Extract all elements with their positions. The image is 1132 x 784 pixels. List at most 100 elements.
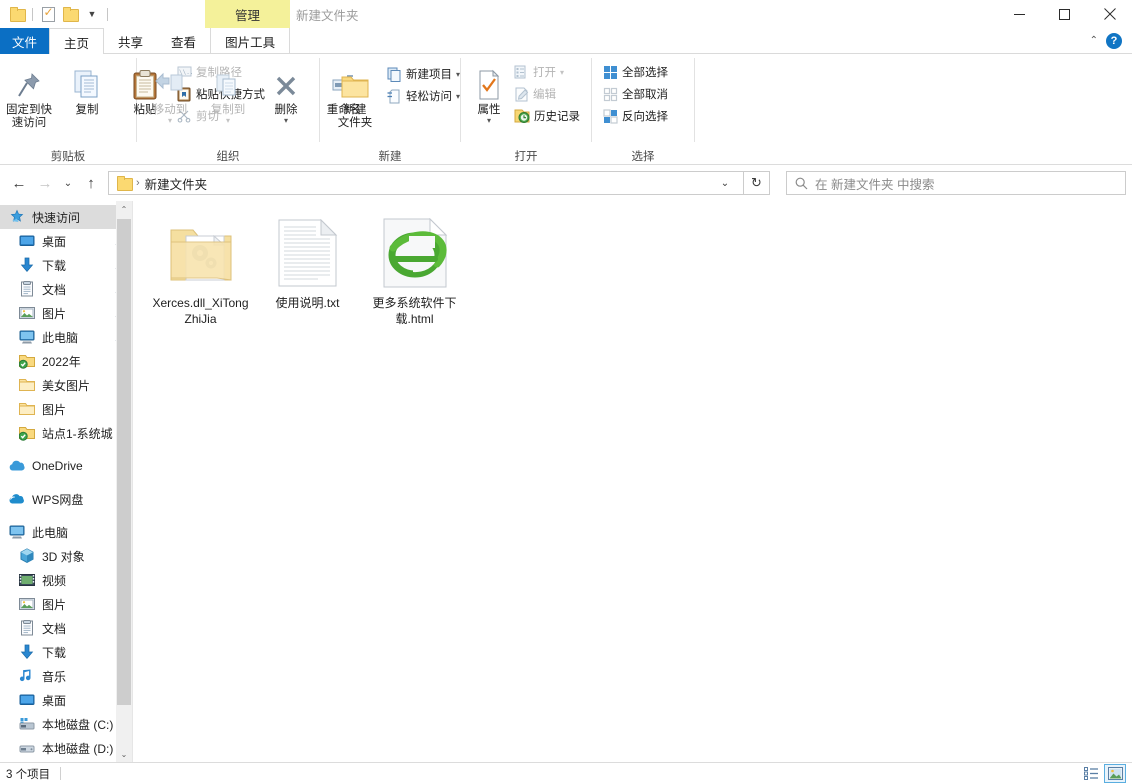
close-button[interactable]: [1087, 0, 1132, 28]
qat-new-folder-icon[interactable]: [59, 3, 81, 25]
sidebar-item-16[interactable]: 文档: [0, 616, 132, 640]
sidebar-item-1[interactable]: 桌面: [0, 229, 132, 253]
quick-access-toolbar: ▼: [0, 0, 112, 28]
sidebar-item-0[interactable]: 快速访问: [0, 205, 132, 229]
pin-to-quick-access-button[interactable]: 固定到快 速访问: [0, 59, 58, 130]
sidebar-item-3[interactable]: 文档: [0, 277, 132, 301]
tab-picture-tools[interactable]: 图片工具: [210, 28, 291, 54]
sidebar-item-5[interactable]: 此电脑: [0, 325, 132, 349]
properties-button[interactable]: 属性 ▾: [467, 59, 511, 125]
breadcrumb-separator: ›: [136, 177, 140, 189]
breadcrumb[interactable]: › 新建文件夹 ⌄: [108, 171, 744, 195]
open-small-buttons: 打开 ▾ 编辑 历史记录: [511, 59, 583, 127]
internet-explorer-html-icon: [379, 215, 451, 291]
file-item[interactable]: 更多系统软件下载.html: [361, 209, 468, 331]
search-input[interactable]: 在 新建文件夹 中搜索: [815, 174, 934, 193]
new-small-buttons: 新建项目 ▾ 轻松访问 ▾: [384, 59, 463, 107]
label-line1: 新建: [343, 104, 367, 116]
sidebar-item-18[interactable]: 音乐: [0, 664, 132, 688]
file-item[interactable]: Xerces.dll_XiTongZhiJia: [147, 209, 254, 331]
sidebar-item-11[interactable]: WPS网盘: [0, 487, 132, 511]
delete-icon: [271, 63, 301, 101]
ribbon-group-clipboard: 固定到快 速访问 复制 粘贴 \\. 复制路径 剪切 剪贴板: [0, 54, 265, 165]
folder-icon: [18, 377, 35, 393]
back-button[interactable]: ←: [6, 170, 32, 196]
tab-file[interactable]: 文件: [0, 28, 50, 54]
videos-icon: [18, 572, 35, 588]
help-button[interactable]: ?: [1106, 32, 1122, 49]
tab-share[interactable]: 共享: [104, 28, 157, 54]
select-none-button[interactable]: 全部取消: [600, 83, 671, 105]
sidebar-item-4[interactable]: 图片: [0, 301, 132, 325]
easy-access-button[interactable]: 轻松访问 ▾: [384, 85, 463, 107]
collapse-ribbon-icon[interactable]: ⌃: [1090, 35, 1098, 46]
refresh-button[interactable]: ↻: [744, 171, 770, 195]
sidebar-item-10[interactable]: OneDrive: [0, 454, 132, 478]
tab-view[interactable]: 查看: [157, 28, 210, 54]
search-box[interactable]: 在 新建文件夹 中搜索: [786, 171, 1126, 195]
move-to-button[interactable]: 移动到 ▾: [141, 59, 199, 125]
navigation-list: 快速访问 桌面 下载 文档 图片 此电脑 2022年 美女图片 图片 站点1-系统城 OneDriv…: [0, 201, 132, 760]
ribbon-group-label-open: 打开: [514, 150, 538, 163]
sidebar-item-7[interactable]: 美女图片: [0, 373, 132, 397]
scroll-up-button[interactable]: ⌃: [116, 201, 132, 217]
sidebar-item-12[interactable]: 此电脑: [0, 520, 132, 544]
breadcrumb-dropdown-button[interactable]: ⌄: [713, 172, 737, 194]
details-view-button[interactable]: [1080, 764, 1102, 783]
scroll-down-button[interactable]: ⌄: [116, 746, 132, 762]
this-pc-icon: [18, 329, 35, 345]
window-controls: [997, 0, 1132, 28]
file-list-view[interactable]: Xerces.dll_XiTongZhiJia 使用说明.txt 更多系统软件下载.…: [133, 201, 1132, 762]
ribbon-group-label-clipboard: 剪贴板: [50, 150, 86, 163]
label-line2: 速访问: [11, 117, 47, 129]
edit-button[interactable]: 编辑: [511, 83, 583, 105]
sidebar-item-14[interactable]: 视频: [0, 568, 132, 592]
copy-to-button[interactable]: 复制到 ▾: [199, 59, 257, 125]
ribbon-group-label-new: 新建: [378, 150, 402, 163]
sidebar-item-17[interactable]: 下载: [0, 640, 132, 664]
copy-button[interactable]: 复制: [58, 59, 116, 117]
tab-home[interactable]: 主页: [49, 28, 105, 55]
sidebar-item-19[interactable]: 桌面: [0, 688, 132, 712]
sidebar-item-13[interactable]: 3D 对象: [0, 544, 132, 568]
up-button[interactable]: ↑: [78, 170, 104, 196]
delete-button[interactable]: 删除 ▾: [257, 59, 315, 125]
sidebar-item-6[interactable]: 2022年: [0, 349, 132, 373]
chevron-down-icon: ▾: [167, 116, 172, 125]
open-button[interactable]: 打开 ▾: [511, 61, 583, 83]
maximize-button[interactable]: [1042, 0, 1087, 28]
minimize-button[interactable]: [997, 0, 1042, 28]
music-icon: [18, 668, 35, 684]
sidebar-item-2[interactable]: 下载: [0, 253, 132, 277]
scrollbar-thumb[interactable]: [117, 219, 131, 705]
qat-customize-dropdown[interactable]: ▼: [81, 3, 103, 25]
chevron-down-icon: ▾: [456, 91, 461, 101]
ribbon-tabstrip: 文件 主页 共享 查看 图片工具 ⌃ ?: [0, 28, 1132, 55]
new-folder-button[interactable]: 新建 文件夹: [326, 59, 384, 130]
qat-folder-icon[interactable]: [6, 3, 28, 25]
recent-locations-button[interactable]: ⌄: [58, 170, 78, 196]
sidebar-item-9[interactable]: 站点1-系统城: [0, 421, 132, 445]
sidebar-item-20[interactable]: 本地磁盘 (C:): [0, 712, 132, 736]
chevron-down-icon: ▾: [225, 116, 230, 125]
select-all-button[interactable]: 全部选择: [600, 61, 671, 83]
breadcrumb-current-folder[interactable]: 新建文件夹: [145, 174, 208, 193]
sidebar-item-21[interactable]: 本地磁盘 (D:): [0, 736, 132, 760]
navigation-scrollbar[interactable]: ⌃ ⌄: [116, 201, 132, 762]
history-icon: [514, 109, 530, 123]
history-button[interactable]: 历史记录: [511, 105, 583, 127]
divider: [694, 58, 695, 142]
drive-icon: [18, 740, 35, 756]
file-item[interactable]: 使用说明.txt: [254, 209, 361, 331]
large-icons-view-button[interactable]: [1104, 764, 1126, 783]
invert-selection-button[interactable]: 反向选择: [600, 105, 671, 127]
copy-icon: [72, 63, 102, 101]
qat-properties-icon[interactable]: [37, 3, 59, 25]
new-item-button[interactable]: 新建项目 ▾: [384, 63, 463, 85]
status-bar: 3 个项目: [0, 762, 1132, 784]
forward-button[interactable]: →: [32, 170, 58, 196]
sidebar-item-8[interactable]: 图片: [0, 397, 132, 421]
synced-folder-icon: [18, 425, 35, 441]
open-icon: [514, 65, 526, 78]
sidebar-item-15[interactable]: 图片: [0, 592, 132, 616]
